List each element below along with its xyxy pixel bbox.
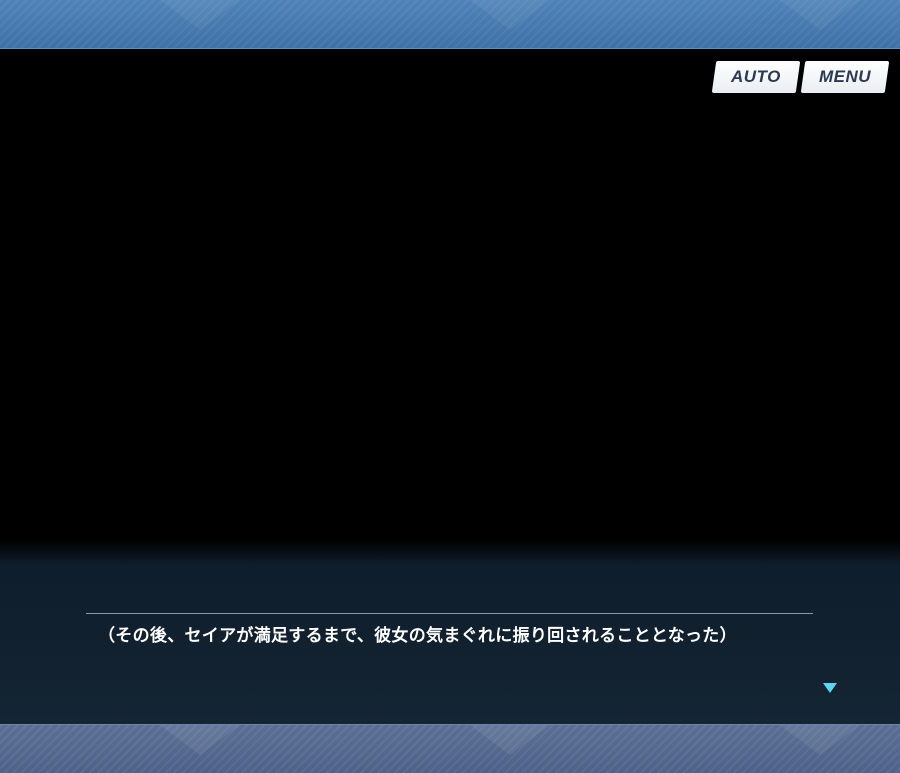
auto-button[interactable]: AUTO: [711, 61, 801, 93]
menu-button[interactable]: MENU: [800, 61, 890, 93]
dialogue-divider: [86, 613, 813, 614]
top-chevron-pattern: [160, 0, 860, 30]
triangle-down-icon[interactable]: [823, 683, 837, 693]
auto-button-label: AUTO: [731, 67, 781, 86]
bottom-chevron-pattern: [160, 725, 860, 755]
top-frame-band: [0, 0, 900, 49]
game-screen[interactable]: （その後、セイアが満足するまで、彼女の気まぐれに振り回されることとなった） AU…: [0, 0, 900, 773]
menu-button-label: MENU: [818, 67, 872, 86]
bottom-frame-band: [0, 724, 900, 773]
dialogue-text: （その後、セイアが満足するまで、彼女の気まぐれに振り回されることとなった）: [98, 626, 737, 646]
